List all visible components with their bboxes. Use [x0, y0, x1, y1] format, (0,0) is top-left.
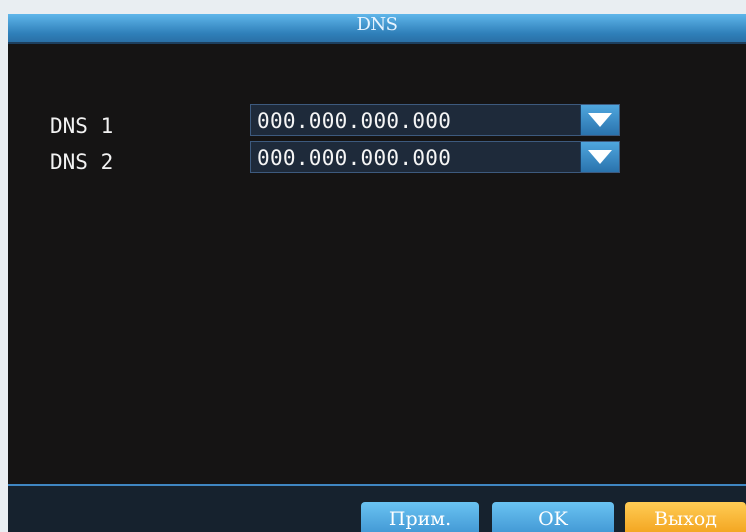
dns2-dropdown-button[interactable]: [580, 142, 619, 172]
title-bar: DNS: [8, 14, 746, 44]
dns2-value[interactable]: 000.000.000.000: [257, 142, 451, 174]
dns1-label: DNS 1: [50, 114, 114, 138]
chevron-down-icon: [588, 150, 612, 164]
dns-settings-screen: DNS DNS 1 000.000.000.000 DNS 2 000.000.…: [8, 14, 746, 532]
window-title: DNS: [356, 14, 398, 35]
dns2-select[interactable]: 000.000.000.000: [250, 141, 620, 173]
apply-button[interactable]: Прим.: [361, 502, 479, 532]
dns1-select[interactable]: 000.000.000.000: [250, 104, 620, 136]
chevron-down-icon: [588, 113, 612, 127]
dns1-dropdown-button[interactable]: [580, 105, 619, 135]
exit-button[interactable]: Выход: [625, 502, 746, 532]
ok-button[interactable]: OK: [492, 502, 614, 532]
footer-bar: Прим. OK Выход: [8, 484, 746, 532]
dns2-label: DNS 2: [50, 150, 114, 174]
dns1-value[interactable]: 000.000.000.000: [257, 105, 451, 137]
